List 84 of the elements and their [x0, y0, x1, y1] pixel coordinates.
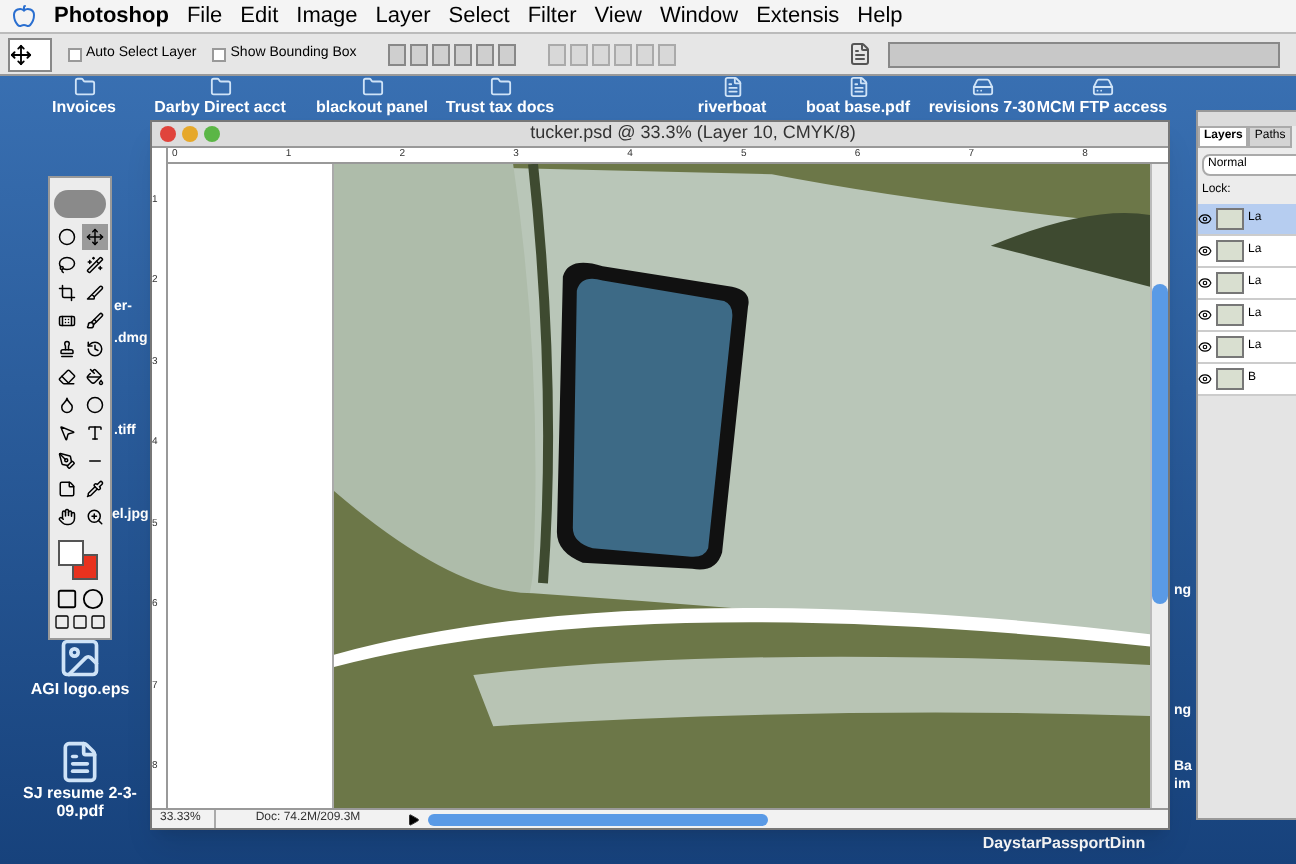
desktop-icon-label[interactable]: Trust tax docs: [445, 98, 555, 116]
layer-thumbnail: [1216, 368, 1244, 390]
desktop-icon-label[interactable]: AGI logo.eps: [30, 680, 130, 698]
eyedropper-icon: [85, 480, 103, 498]
pdf-icon[interactable]: [847, 76, 869, 98]
desktop-icon-label[interactable]: Invoices: [51, 98, 116, 116]
app-menu[interactable]: Photoshop: [54, 0, 169, 33]
desktop-icon-label[interactable]: riverboat: [697, 98, 767, 116]
checkbox[interactable]: [212, 47, 227, 61]
select-icon: [57, 424, 75, 442]
tool-button[interactable]: [53, 476, 79, 502]
brush-icon: [85, 312, 103, 330]
move-icon: [85, 228, 103, 246]
scroll-thumb[interactable]: [428, 813, 768, 825]
menu-item[interactable]: Filter: [527, 0, 577, 33]
zoom-icon: [85, 508, 103, 526]
menu-item[interactable]: Select: [448, 0, 510, 33]
hand-icon: [57, 508, 75, 526]
tool-preset-picker[interactable]: [8, 37, 52, 71]
desktop-icon-label[interactable]: boat base.pdf: [805, 98, 910, 116]
marquee-icon: [57, 228, 75, 246]
eye-icon[interactable]: [1198, 244, 1212, 258]
window-title: tucker.psd @ 33.3% (Layer 10, CMYK/8): [528, 120, 858, 147]
tool-button[interactable]: [53, 504, 79, 530]
folder-icon[interactable]: [361, 76, 383, 98]
menu-item[interactable]: Help: [857, 0, 903, 33]
wand-icon: [85, 256, 103, 274]
standard-mode-icon[interactable]: [56, 588, 78, 610]
close-button[interactable]: [160, 126, 176, 142]
layer-thumbnail: [1216, 208, 1244, 230]
stamp-icon: [57, 340, 75, 358]
menu-item[interactable]: Window: [659, 0, 739, 33]
eye-icon[interactable]: [1198, 212, 1212, 226]
notes-icon: [57, 480, 75, 498]
layer-thumbnail: [1216, 336, 1244, 358]
checkbox[interactable]: [68, 47, 82, 61]
eye-icon[interactable]: [1198, 340, 1212, 354]
eye-icon[interactable]: [1198, 372, 1212, 386]
scroll-thumb[interactable]: [1152, 284, 1168, 604]
apple-icon[interactable]: [12, 4, 36, 28]
layer-thumbnail: [1216, 272, 1244, 294]
menu-item[interactable]: View: [594, 0, 642, 33]
image-icon[interactable]: [58, 636, 102, 680]
pen-icon: [57, 452, 75, 470]
slice-icon: [85, 284, 103, 302]
desktop-icon-label[interactable]: DaystarPassportDinn: [982, 834, 1146, 852]
desktop-icon-label[interactable]: MCM FTP access: [1036, 98, 1168, 116]
menu-item[interactable]: Layer: [375, 0, 431, 33]
folder-icon[interactable]: [209, 76, 231, 98]
menu-item[interactable]: Image: [296, 0, 358, 33]
move-icon: [10, 43, 32, 65]
blur-icon: [57, 396, 75, 414]
desktop-icon-label[interactable]: blackout panel: [315, 98, 428, 116]
pdf-icon[interactable]: [721, 76, 743, 98]
file-browser-icon[interactable]: [848, 42, 873, 66]
triangle-icon[interactable]: [408, 813, 420, 825]
folder-icon[interactable]: [489, 76, 511, 98]
tool-button[interactable]: [81, 224, 107, 250]
tool-button[interactable]: [53, 224, 79, 250]
lasso-icon: [57, 256, 75, 274]
desktop-icon-label[interactable]: SJ resume 2-3-09.pdf: [16, 784, 144, 820]
desktop-icon-label[interactable]: revisions 7-30: [928, 98, 1036, 116]
eye-icon[interactable]: [1198, 276, 1212, 290]
color-swatches-drawing[interactable]: [56, 538, 104, 582]
menu-item[interactable]: Extensis: [756, 0, 840, 33]
layer-thumbnail: [1216, 240, 1244, 262]
desktop-icon-label[interactable]: Darby Direct acct: [154, 98, 286, 116]
bucket-icon: [85, 368, 103, 386]
eraser-icon: [57, 368, 75, 386]
dodge-icon: [85, 396, 103, 414]
type-icon: [85, 424, 103, 442]
pdf-icon[interactable]: [58, 740, 102, 784]
layer-thumbnail: [1216, 304, 1244, 326]
menu-item[interactable]: File: [186, 0, 223, 33]
history-icon: [85, 340, 103, 358]
eye-icon[interactable]: [1198, 308, 1212, 322]
heal-icon: [57, 312, 75, 330]
panel-title-bar: [1198, 112, 1296, 126]
vertical-scrollbar[interactable]: [1150, 164, 1168, 808]
menu-item[interactable]: Edit: [240, 0, 279, 33]
align-buttons-drawing[interactable]: [388, 43, 517, 65]
folder-icon[interactable]: [73, 76, 95, 98]
crop-icon: [57, 284, 75, 302]
quick-mask-icon[interactable]: [82, 588, 104, 610]
